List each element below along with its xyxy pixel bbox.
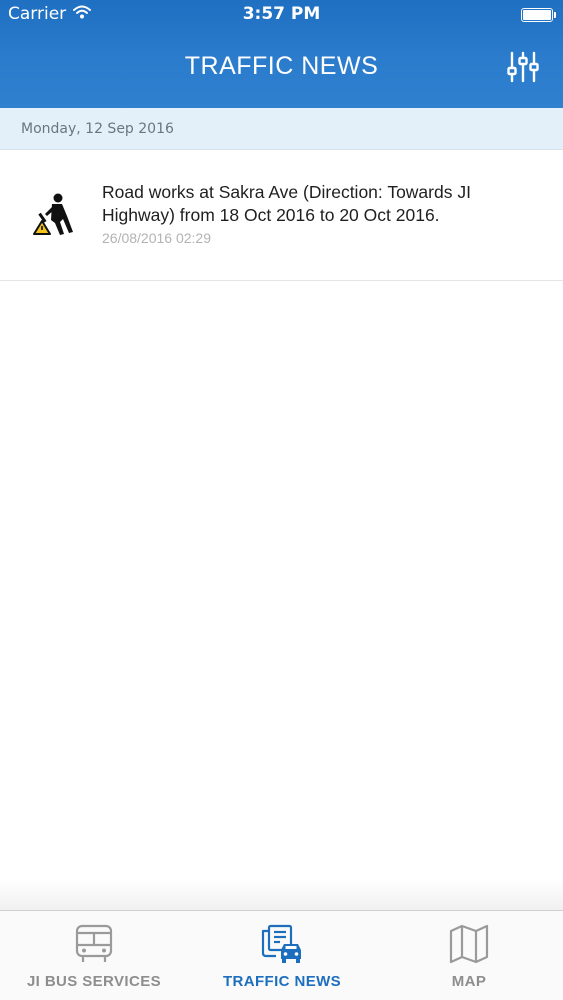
filter-button[interactable] (507, 50, 539, 84)
news-list-item[interactable]: Road works at Sakra Ave (Direction: Towa… (0, 150, 563, 281)
tab-traffic-news[interactable]: TRAFFIC NEWS (188, 911, 376, 1000)
bus-icon (75, 924, 113, 962)
tab-ji-bus-services[interactable]: JI BUS SERVICES (0, 911, 188, 1000)
status-bar: Carrier 3:57 PM (0, 0, 563, 30)
roadworks-icon (33, 193, 73, 235)
tab-label: JI BUS SERVICES (26, 973, 162, 990)
tab-label: MAP (451, 973, 487, 990)
tab-label: TRAFFIC NEWS (222, 973, 342, 990)
news-timestamp: 26/08/2016 02:29 (102, 230, 211, 246)
app-header: Carrier 3:57 PM TRAFFIC NEWS (0, 0, 563, 108)
tab-bar-shadow (0, 878, 563, 910)
traffic-news-icon (261, 924, 301, 963)
sliders-icon (507, 51, 539, 83)
page-title: TRAFFIC NEWS (184, 52, 379, 80)
status-time: 3:57 PM (242, 4, 321, 24)
map-icon (449, 924, 489, 964)
battery-icon (521, 8, 556, 22)
date-section-header: Monday, 12 Sep 2016 (0, 108, 563, 150)
tab-map[interactable]: MAP (375, 911, 563, 1000)
news-text: Road works at Sakra Ave (Direction: Towa… (102, 182, 471, 225)
tab-bar: JI BUS SERVICES TRAFFIC NEWS MAP (0, 910, 563, 1000)
